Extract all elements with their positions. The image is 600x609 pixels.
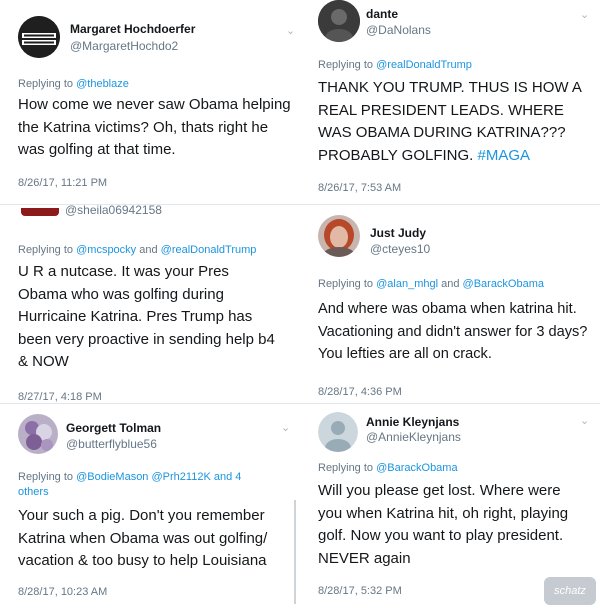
hashtag-link[interactable]: #MAGA — [478, 147, 531, 164]
chevron-down-icon[interactable]: ⌄ — [580, 8, 589, 21]
mention-link[interactable]: @alan_mhgl — [376, 278, 438, 290]
display-name[interactable]: Just Judy — [370, 226, 426, 240]
chevron-down-icon[interactable]: ⌄ — [286, 24, 295, 37]
tweet-text: And where was obama when katrina hit. Va… — [318, 301, 588, 362]
replying-to: Replying to @BarackObama — [318, 462, 458, 474]
others-link[interactable]: and 4 — [214, 471, 242, 483]
tweet-text: Your such a pig. Don't you remember Katr… — [18, 507, 268, 569]
tweet-card: Margaret Hochdoerfer @MargaretHochdo2 ⌄ … — [18, 16, 298, 206]
mention-link[interactable]: @Prh2112K — [152, 471, 211, 483]
mention-link[interactable]: @BodieMason — [76, 471, 148, 483]
timestamp[interactable]: 8/26/17, 11:21 PM — [18, 177, 107, 189]
tweet-card: Just Judy @cteyes10 Replying to @alan_mh… — [318, 212, 600, 402]
timestamp[interactable]: 8/28/17, 4:36 PM — [318, 386, 402, 398]
tweet-card: @sheila06942158 Replying to @mcspocky an… — [18, 203, 303, 405]
avatar-photo-icon — [318, 0, 360, 42]
watermark-logo: schatz — [544, 577, 596, 605]
handle[interactable]: @cteyes10 — [370, 242, 430, 256]
replying-to: Replying to @alan_mhgl and @BarackObama — [318, 278, 545, 290]
tweet-text: U R a nutcase. It was your Pres Obama wh… — [18, 263, 275, 370]
mention-link[interactable]: @BarackObama — [376, 462, 457, 474]
handle[interactable]: @AnnieKleynjans — [366, 430, 461, 444]
mention-link[interactable]: @theblaze — [76, 78, 129, 90]
display-name[interactable]: dante — [366, 7, 398, 21]
avatar[interactable] — [318, 0, 360, 42]
replying-to: Replying to @theblaze — [18, 78, 129, 90]
mention-link[interactable]: @BarackObama — [463, 278, 544, 290]
display-name[interactable]: Annie Kleynjans — [366, 415, 459, 429]
tweet-card: dante @DaNolans ⌄ Replying to @realDonal… — [318, 0, 600, 200]
tweet-text: THANK YOU TRUMP. THUS IS HOW A REAL PRES… — [318, 79, 582, 164]
replying-to: Replying to @BodieMason @Prh2112K and 4 … — [18, 471, 242, 498]
avatar[interactable] — [18, 16, 60, 58]
tweet-text: Will you please get lost. Where were you… — [318, 482, 569, 567]
chevron-down-icon[interactable]: ⌄ — [281, 421, 290, 434]
tweet-text: How come we never saw Obama helping the … — [18, 96, 291, 158]
avatar[interactable] — [318, 215, 360, 257]
divider — [294, 500, 296, 604]
handle[interactable]: @butterflyblue56 — [66, 437, 157, 451]
timestamp[interactable]: 8/26/17, 7:53 AM — [318, 182, 401, 194]
avatar[interactable] — [18, 414, 58, 454]
mention-link[interactable]: @realDonaldTrump — [161, 244, 257, 256]
mention-link[interactable]: @mcspocky — [76, 244, 136, 256]
display-name[interactable]: Georgett Tolman — [66, 421, 161, 435]
timestamp[interactable]: 8/28/17, 10:23 AM — [18, 586, 107, 598]
divider — [0, 403, 600, 404]
timestamp[interactable]: 8/27/17, 4:18 PM — [18, 391, 102, 403]
display-name[interactable]: Margaret Hochdoerfer — [70, 22, 195, 36]
avatar-photo-icon — [318, 215, 360, 257]
default-avatar-icon — [318, 412, 358, 452]
avatar-flowers-icon — [18, 414, 58, 454]
avatar[interactable] — [318, 412, 358, 452]
avatar[interactable] — [21, 208, 59, 216]
chevron-down-icon[interactable]: ⌄ — [580, 414, 589, 427]
mention-link[interactable]: @realDonaldTrump — [376, 59, 472, 71]
timestamp[interactable]: 8/28/17, 5:32 PM — [318, 585, 402, 597]
replying-to: Replying to @mcspocky and @realDonaldTru… — [18, 244, 257, 256]
handle[interactable]: @MargaretHochdo2 — [70, 39, 178, 53]
replying-to: Replying to @realDonaldTrump — [318, 59, 472, 71]
avatar-logo-icon — [18, 16, 60, 58]
handle[interactable]: @DaNolans — [366, 23, 431, 37]
tweet-card: Georgett Tolman @butterflyblue56 ⌄ Reply… — [18, 412, 303, 609]
handle[interactable]: @sheila06942158 — [65, 203, 162, 217]
others-link[interactable]: others — [18, 486, 49, 498]
